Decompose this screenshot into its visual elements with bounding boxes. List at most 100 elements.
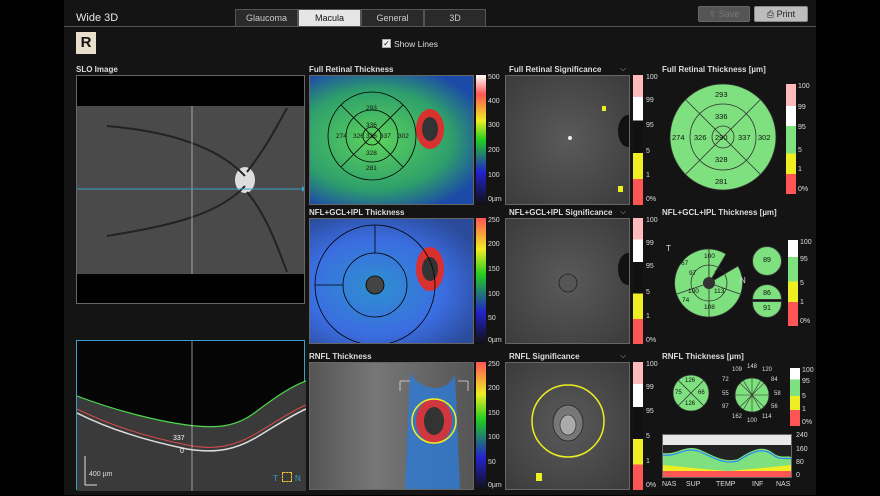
gcl-sig-map[interactable]	[505, 218, 630, 344]
ft-scale-2: 300	[488, 122, 500, 129]
slo-fundus	[77, 76, 304, 303]
ft-nas-in: 337	[380, 133, 391, 140]
ft-nas-out: 302	[398, 133, 409, 140]
gcl-inf-half: 91	[752, 301, 782, 318]
print-button[interactable]: ⎙ Print	[754, 6, 808, 22]
rnfl-clock-8: 97	[722, 404, 729, 410]
fs-scale-5: 0%	[646, 196, 657, 203]
show-lines-label: Show Lines	[394, 39, 438, 49]
gcl-sector-lower-left: 74	[682, 297, 690, 304]
oct-orientation-icon	[282, 472, 292, 482]
gcl-mid-half: 86	[752, 284, 782, 300]
rp-scale-2: 80	[796, 459, 804, 466]
rc-scale-3: 1	[802, 406, 806, 413]
show-lines-checkbox[interactable]: ✓	[382, 39, 391, 48]
gcl-sector-left-in: 97	[689, 270, 697, 277]
tab-general[interactable]: General	[361, 9, 424, 26]
full-thickness-map[interactable]: 326 336 328 326 337 293 281 274 302	[309, 75, 474, 205]
gcl-chart-n-label: N	[740, 276, 746, 285]
app-window: Wide 3D Glaucoma Macula General 3D ⇪ Sav…	[64, 0, 816, 495]
fc-nas-out: 302	[758, 133, 771, 142]
full-sig-chevron-icon[interactable]: ⌵	[620, 64, 626, 74]
slo-image[interactable]	[76, 75, 305, 304]
full-sig-map[interactable]	[505, 75, 630, 205]
rnfl-sig-fundus	[531, 384, 605, 481]
gs-scale-2: 95	[646, 263, 654, 270]
rnfl-scale-4: 50	[488, 459, 496, 466]
rs-scale-2: 95	[646, 408, 654, 415]
rp-axis-sup: SUP	[686, 481, 701, 488]
rnfl-clock-2: 84	[771, 377, 778, 383]
rnfl-clock-10: 72	[722, 377, 729, 383]
tab-glaucoma[interactable]: Glaucoma	[235, 9, 298, 26]
rs-scale-4: 1	[646, 458, 650, 465]
rp-axis-nas-1: NAS	[662, 481, 677, 488]
rnfl-sig-map[interactable]	[505, 362, 630, 490]
gcl-sector-bottom: 108	[704, 304, 715, 311]
rnfl-q-sup: 126	[685, 378, 696, 384]
rnfl-thickness-map[interactable]	[309, 362, 474, 490]
rnfl-clock-12: 148	[747, 364, 758, 370]
gc-scale-1: 95	[800, 256, 808, 263]
rp-scale-0: 240	[796, 432, 808, 439]
gc-scale-3: 1	[800, 299, 804, 306]
ft-scale-0: 500	[488, 74, 500, 81]
rnfl-thickness-label: RNFL Thickness	[309, 352, 372, 361]
rnfl-thickness-grid	[399, 373, 469, 489]
fc-scale-1: 99	[798, 104, 806, 111]
rs-scale-5: 0%	[646, 482, 657, 489]
save-button[interactable]: ⇪ Save	[698, 6, 750, 22]
gcl-sig-chevron-icon[interactable]: ⌵	[620, 207, 626, 217]
rc-scale-4: 0%	[802, 419, 813, 426]
gcl-sup-circle: 89	[752, 246, 782, 276]
rnfl-q-temp: 75	[675, 390, 682, 396]
ft-temp-in: 326	[353, 133, 364, 140]
printer-icon: ⎙	[766, 9, 777, 19]
gcl-sector-upper-left: 67	[681, 260, 689, 267]
ft-sup-in: 336	[366, 122, 377, 129]
gcl-sig-fundus	[558, 253, 629, 293]
save-icon: ⇪	[708, 9, 719, 19]
r-logo: R	[76, 32, 96, 54]
tab-divider	[64, 26, 816, 27]
rnfl-q-nas: 66	[698, 390, 705, 396]
window-title: Wide 3D	[76, 12, 119, 24]
fc-sup-in: 336	[715, 112, 728, 121]
gcl-thickness-colorbar	[476, 218, 486, 344]
rnfl-scale-3: 100	[488, 434, 500, 441]
full-chart: 290 336 328 326 337 293 281 274 302	[668, 82, 778, 192]
rnfl-scale-2: 150	[488, 410, 500, 417]
fc-temp-out: 274	[672, 133, 685, 142]
rc-scale-1: 95	[802, 378, 810, 385]
gs-scale-4: 1	[646, 313, 650, 320]
tab-3d[interactable]: 3D	[424, 9, 486, 26]
full-thickness-grid	[327, 91, 444, 181]
rs-scale-3: 5	[646, 433, 650, 440]
rnfl-sig-chevron-icon[interactable]: ⌵	[620, 351, 626, 361]
gc-scale-4: 0%	[800, 318, 811, 325]
gs-scale-1: 99	[646, 240, 654, 247]
gcl-thickness-map[interactable]	[309, 218, 474, 344]
rnfl-thickness-colorbar	[476, 362, 486, 490]
gcl-sector-center-left: 100	[688, 288, 699, 295]
fc-scale-0: 100	[798, 83, 810, 90]
gcl-scale-0: 250	[488, 217, 500, 224]
fc-temp-in: 326	[694, 133, 707, 142]
fc-inf-out: 281	[715, 177, 728, 186]
print-label: Print	[776, 9, 796, 19]
tab-macula[interactable]: Macula	[298, 9, 361, 26]
gcl-sector-top: 100	[704, 253, 715, 260]
gcl-sector-center-right: 115	[714, 270, 725, 277]
gcl-scale-4: 50	[488, 315, 496, 322]
rnfl-profile-chart	[662, 434, 792, 478]
rc-scale-0: 100	[802, 367, 814, 374]
rnfl-scale-0: 250	[488, 361, 500, 368]
rnfl-clock-chart: 148 120 84 58 56 114 100 162 97 55 72 10…	[716, 364, 788, 426]
rnfl-chart-label: RNFL Thickness [µm]	[662, 352, 744, 361]
rnfl-clock-11: 109	[732, 367, 743, 373]
fs-scale-1: 99	[646, 97, 654, 104]
oct-bscan[interactable]: 337 0 400 µm T N	[76, 340, 307, 491]
gc-scale-2: 5	[800, 280, 804, 287]
rp-scale-1: 160	[796, 446, 808, 453]
rnfl-scale-5: 0µm	[488, 482, 502, 489]
